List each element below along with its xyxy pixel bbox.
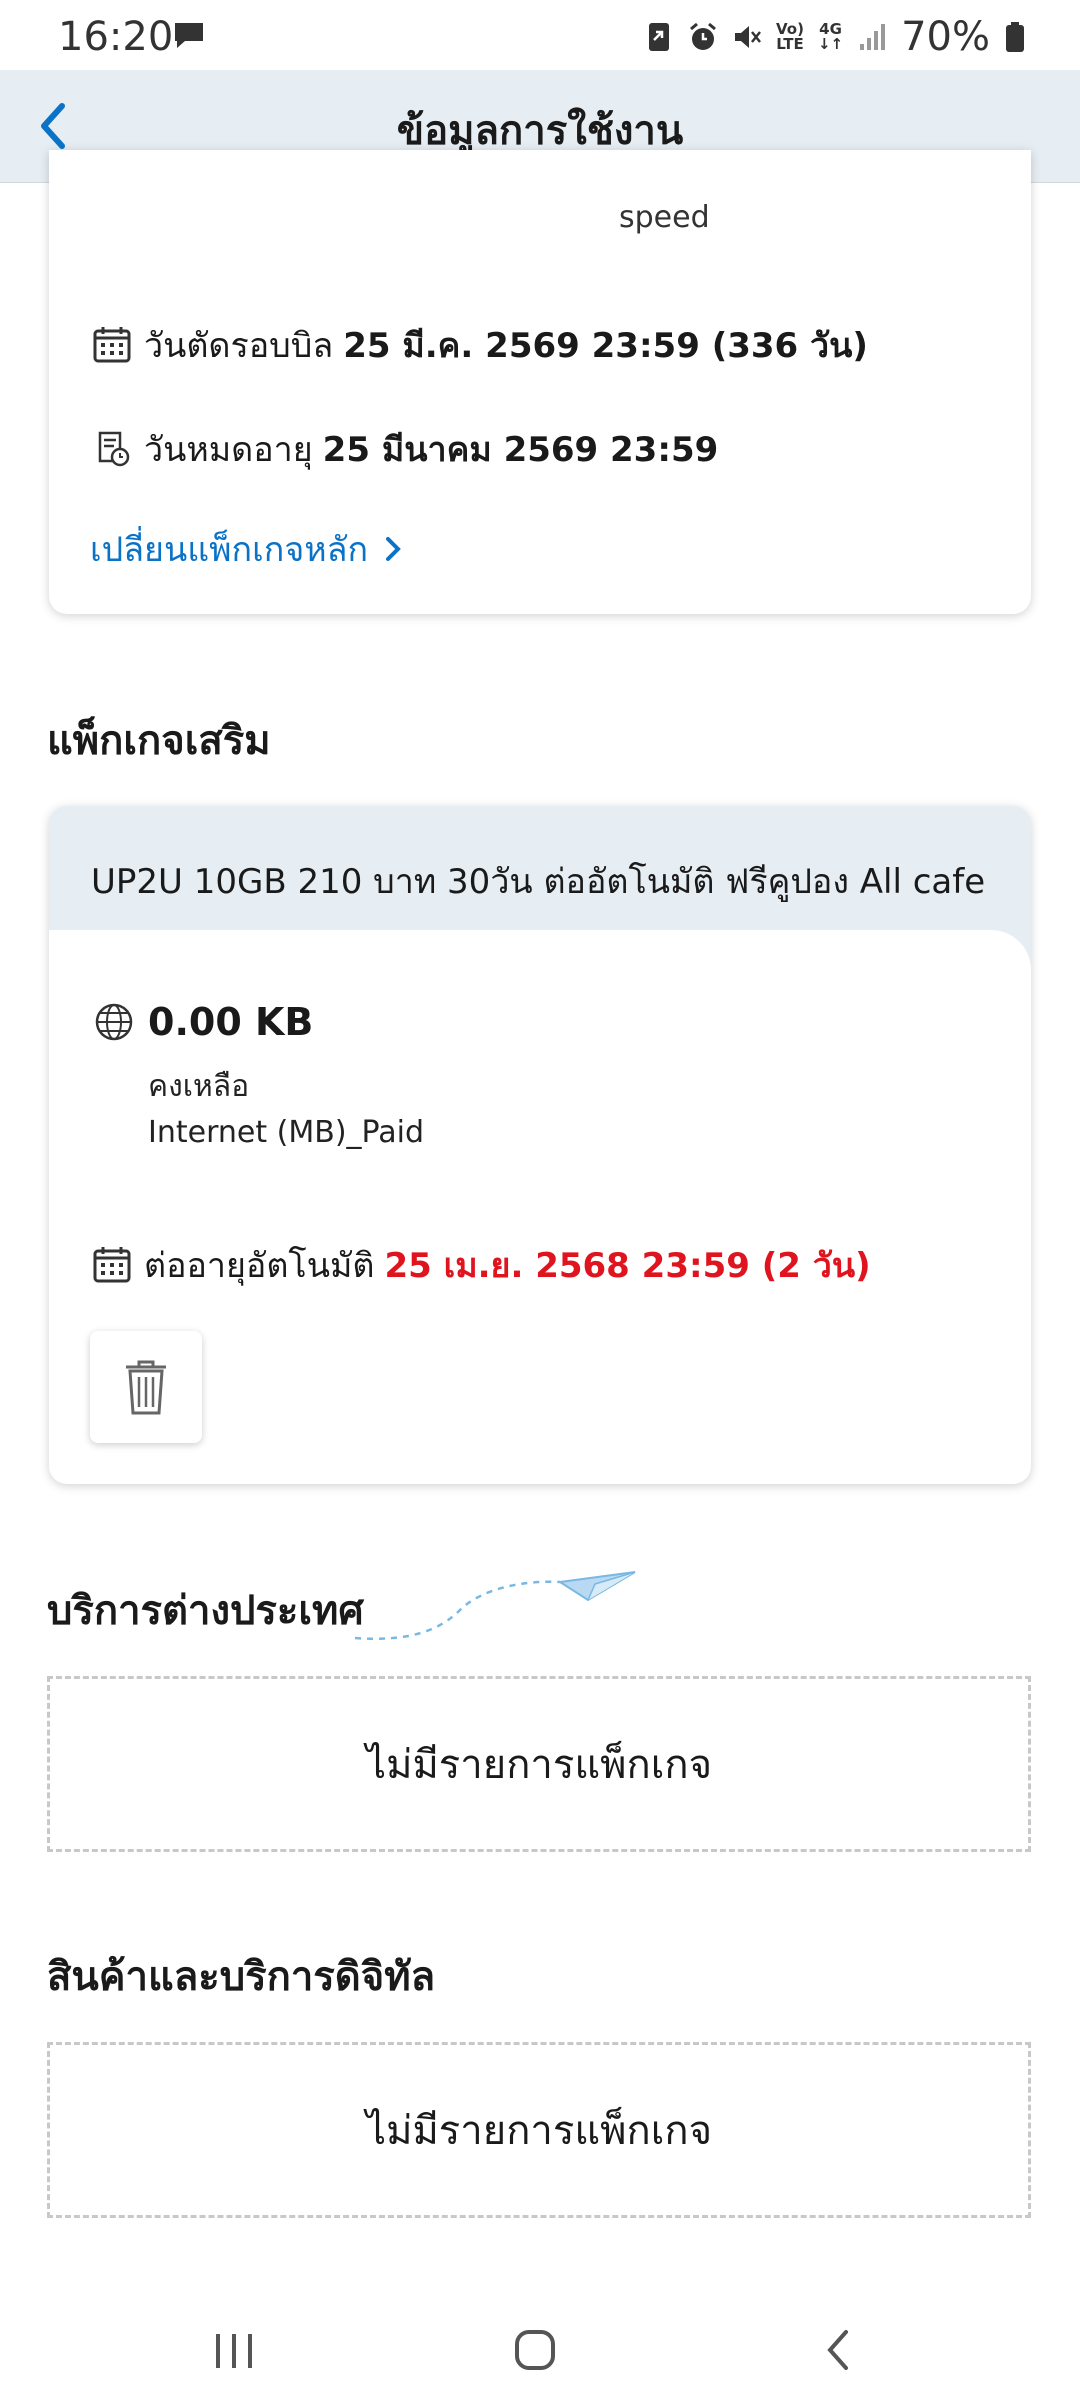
expiry-date-value: 25 มีนาคม 2569 23:59 bbox=[322, 430, 719, 470]
balance-type: Internet (MB)_Paid bbox=[148, 1115, 425, 1150]
expiry-date-label: วันหมดอายุ bbox=[144, 430, 313, 470]
battery-percent: 70% bbox=[901, 14, 990, 60]
auto-renew-value: 25 เม.ย. 2568 23:59 (2 วัน) bbox=[384, 1246, 871, 1286]
paper-plane-icon bbox=[354, 1571, 636, 1640]
change-main-package-label: เปลี่ยนแพ็กเกจหลัก bbox=[90, 530, 369, 570]
auto-renew-label: ต่ออายุอัตโนมัติ bbox=[144, 1246, 375, 1286]
digital-empty-box: ไม่มีรายการแพ็กเกจ bbox=[47, 2042, 1031, 2218]
network-type-indicator: 4G ↓↑ bbox=[817, 20, 844, 53]
signal-icon bbox=[860, 24, 886, 50]
calendar-icon bbox=[93, 327, 131, 363]
back-nav-icon[interactable] bbox=[800, 2320, 880, 2380]
addon-package-name: UP2U 10GB 210 บาท 30วัน ต่ออัตโนมัติ ฟรี… bbox=[91, 862, 986, 902]
trash-icon bbox=[126, 1360, 166, 1415]
recent-apps-icon[interactable] bbox=[194, 2320, 274, 2380]
status-time: 16:20 bbox=[58, 14, 174, 60]
speed-text: speed bbox=[619, 200, 710, 235]
globe-icon bbox=[95, 1003, 133, 1041]
billing-date-label: วันตัดรอบบิล bbox=[144, 326, 334, 366]
balance-value: 0.00 KB bbox=[148, 1000, 314, 1044]
balance-label: คงเหลือ bbox=[148, 1069, 250, 1104]
status-icons: Vo) LTE 4G ↓↑ 70% bbox=[644, 14, 1026, 60]
delete-package-button[interactable] bbox=[90, 1331, 202, 1443]
volte-indicator: Vo) LTE bbox=[776, 20, 804, 53]
data-saver-icon bbox=[649, 23, 669, 51]
chat-notification-icon bbox=[175, 23, 203, 48]
international-empty-text: ไม่มีรายการแพ็กเกจ bbox=[365, 1742, 713, 1788]
document-expiry-icon bbox=[98, 431, 130, 467]
system-nav-bar bbox=[0, 2290, 1080, 2408]
billing-date-value: 25 มี.ค. 2569 23:59 (336 วัน) bbox=[343, 326, 868, 366]
international-empty-box: ไม่มีรายการแพ็กเกจ bbox=[47, 1676, 1031, 1852]
addon-section-title: แพ็กเกจเสริม bbox=[47, 718, 271, 764]
battery-icon bbox=[1006, 22, 1024, 52]
calendar-icon bbox=[93, 1247, 131, 1283]
expiry-date-row: วันหมดอายุ 25 มีนาคม 2569 23:59 bbox=[92, 422, 718, 476]
mute-icon bbox=[735, 26, 761, 48]
international-section-title: บริการต่างประเทศ bbox=[47, 1588, 364, 1634]
chevron-right-icon bbox=[386, 537, 401, 561]
digital-empty-text: ไม่มีรายการแพ็กเกจ bbox=[365, 2108, 713, 2154]
status-bar: 16:20 Vo) LTE 4G ↓↑ 70% bbox=[0, 0, 1080, 70]
home-icon[interactable] bbox=[495, 2320, 575, 2380]
change-main-package-link[interactable]: เปลี่ยนแพ็กเกจหลัก bbox=[90, 522, 404, 576]
billing-date-row: วันตัดรอบบิล 25 มี.ค. 2569 23:59 (336 วั… bbox=[92, 318, 868, 372]
addon-package-header: UP2U 10GB 210 บาท 30วัน ต่ออัตโนมัติ ฟรี… bbox=[49, 806, 1031, 930]
auto-renew-row: ต่ออายุอัตโนมัติ 25 เม.ย. 2568 23:59 (2 … bbox=[92, 1238, 871, 1292]
digital-section-title: สินค้าและบริการดิจิทัล bbox=[47, 1954, 436, 2000]
alarm-icon bbox=[690, 22, 716, 50]
